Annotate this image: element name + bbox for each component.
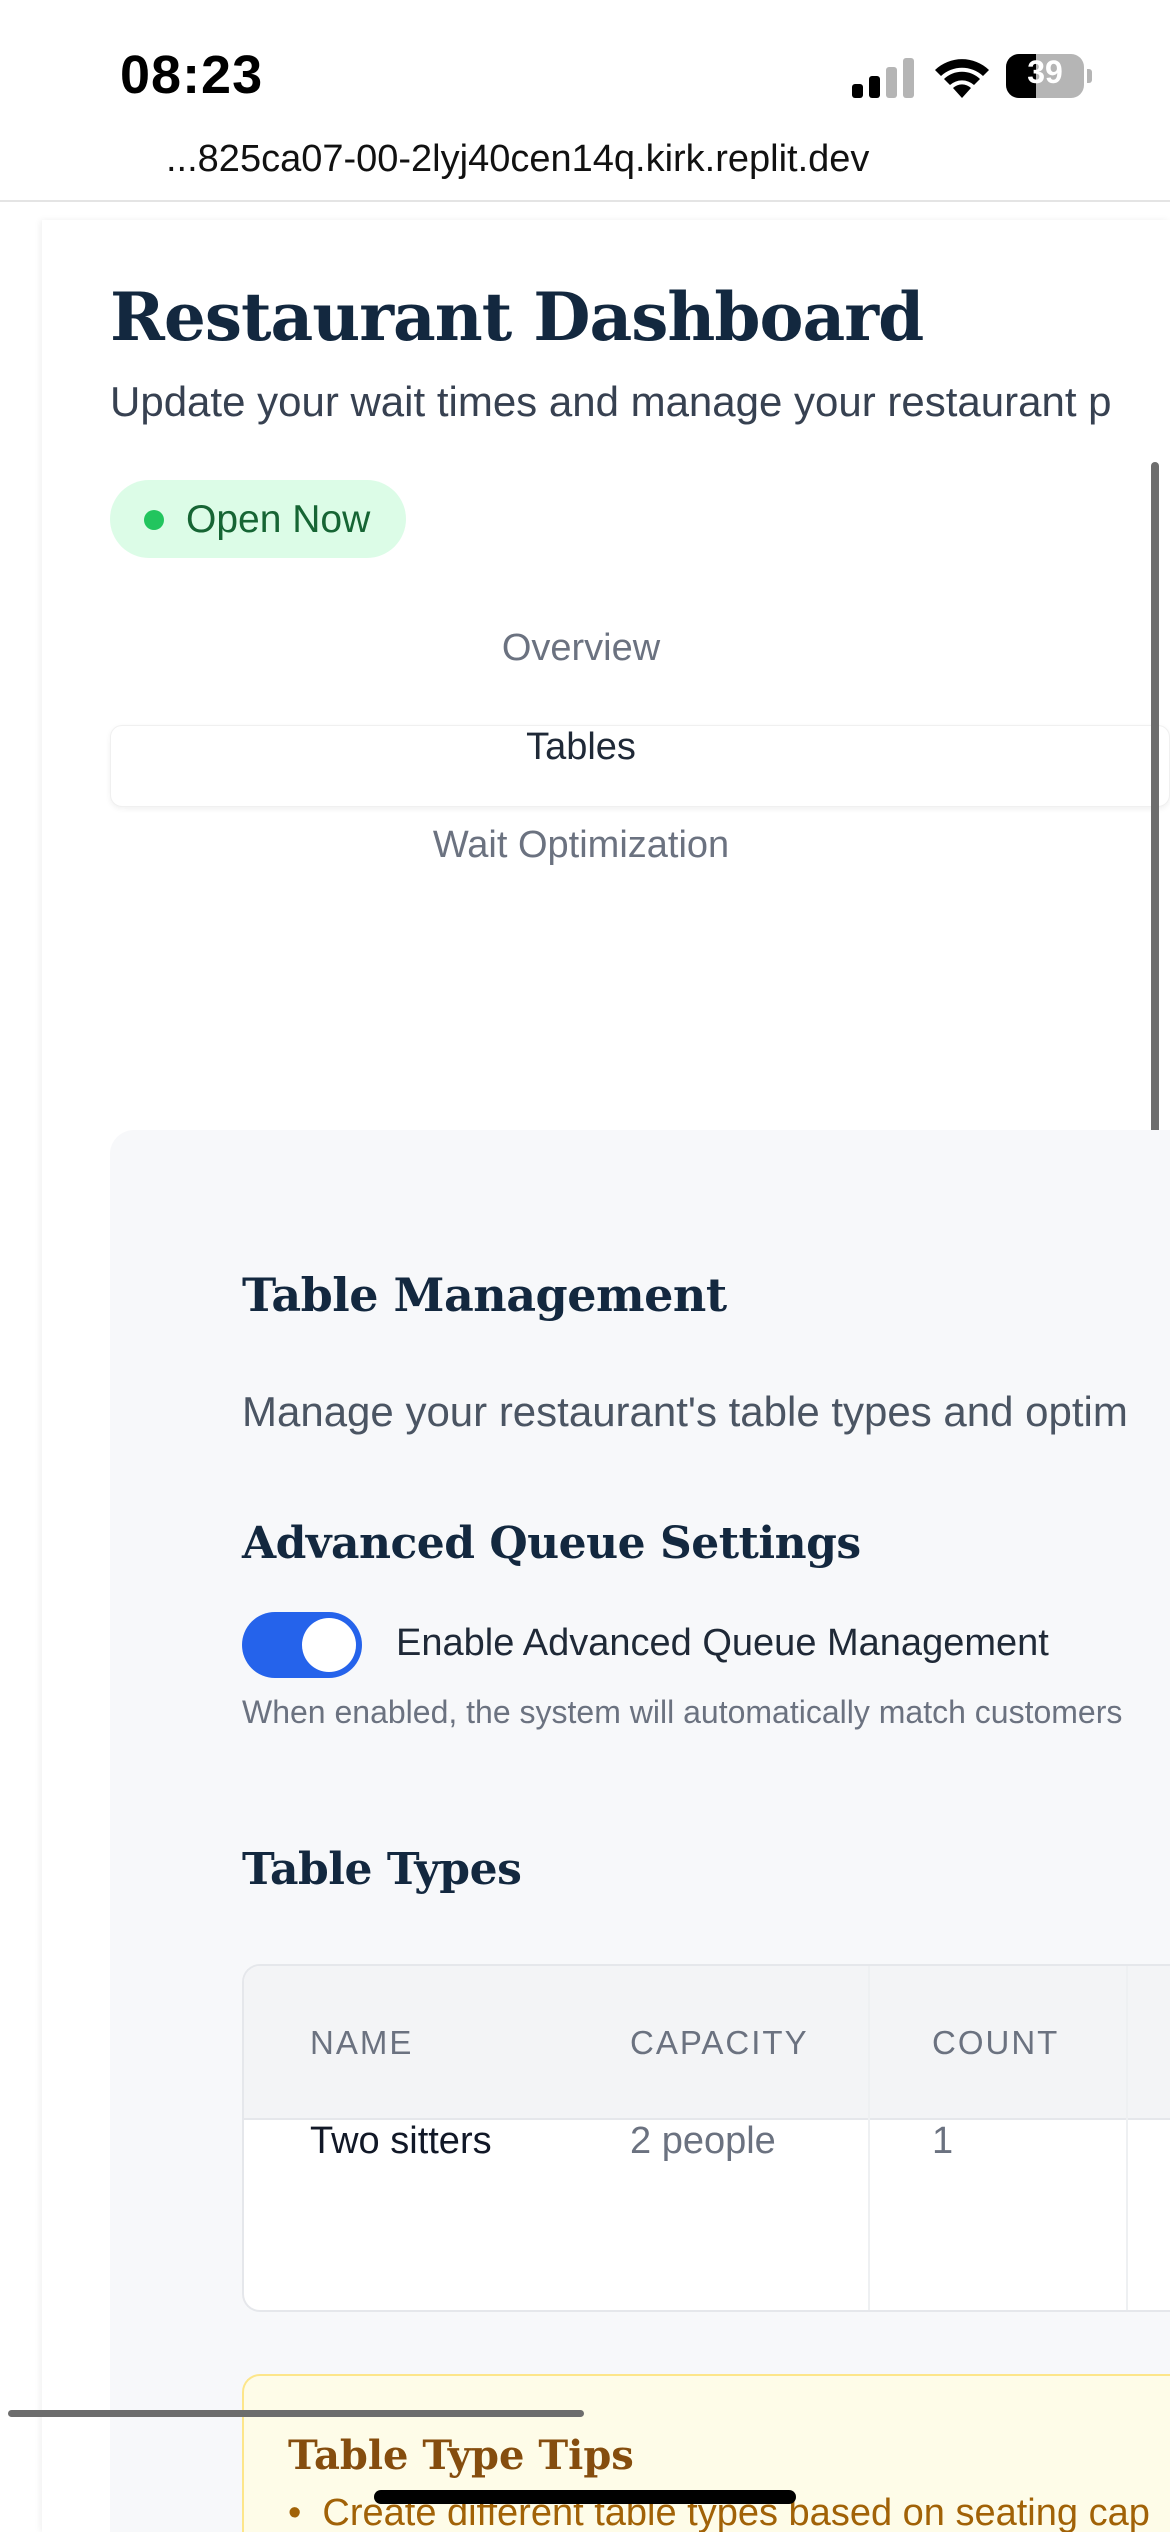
horizontal-scrollbar[interactable] [8,2410,584,2417]
status-badge-label: Open Now [186,498,371,541]
status-dot-icon [144,510,164,530]
tab-overview[interactable]: Overview [110,627,1170,709]
ios-status-bar: 08:23 39 [0,0,1170,140]
table-management-title: Table Management [242,1268,727,1322]
column-header-name: NAME [310,2024,414,2061]
advanced-queue-help-text: When enabled, the system will automatica… [242,1694,1123,1730]
home-indicator[interactable] [374,2490,796,2504]
toggle-knob [302,1618,356,1672]
table-cell-count: 1 [932,2120,954,2162]
table-types-title: Table Types [242,1844,522,1895]
column-header-count: COUNT [932,2024,1060,2061]
tips-title: Table Type Tips [288,2432,634,2479]
column-header-capacity: CAPACITY [630,2024,809,2061]
cellular-signal-icon [852,58,914,98]
url-text[interactable]: ...825ca07-00-2lyj40cen14q.kirk.replit.d… [166,138,869,181]
table-header: NAME CAPACITY COUNT [244,1966,1170,2120]
tab-wait-optimization[interactable]: Wait Optimization [110,824,1170,906]
table-cell-name: Two sitters [310,2120,492,2162]
advanced-queue-toggle-label[interactable]: Enable Advanced Queue Management [396,1622,1049,1665]
advanced-queue-toggle[interactable] [242,1612,362,1678]
table-type-tips-box: Table Type Tips • Create different table… [242,2374,1170,2532]
battery-percentage: 39 [1027,54,1063,90]
advanced-queue-title: Advanced Queue Settings [242,1518,861,1569]
tab-tables[interactable]: Tables [110,725,1170,807]
tables-panel [110,1130,1170,2532]
page-subtitle: Update your wait times and manage your r… [110,378,1112,425]
wifi-icon [935,59,989,98]
page-title: Restaurant Dashboard [110,278,924,356]
vertical-scrollbar[interactable] [1151,462,1159,1158]
browser-url-bar[interactable]: ...825ca07-00-2lyj40cen14q.kirk.replit.d… [0,132,1170,202]
table-management-description: Manage your restaurant's table types and… [242,1388,1128,1435]
table-cell-capacity: 2 people [630,2120,776,2162]
status-time: 08:23 [120,45,264,105]
status-badge: Open Now [110,480,406,558]
table-types-table: NAME CAPACITY COUNT Two sitters 2 people… [242,1964,1170,2312]
battery-icon: 39 [1006,54,1092,98]
